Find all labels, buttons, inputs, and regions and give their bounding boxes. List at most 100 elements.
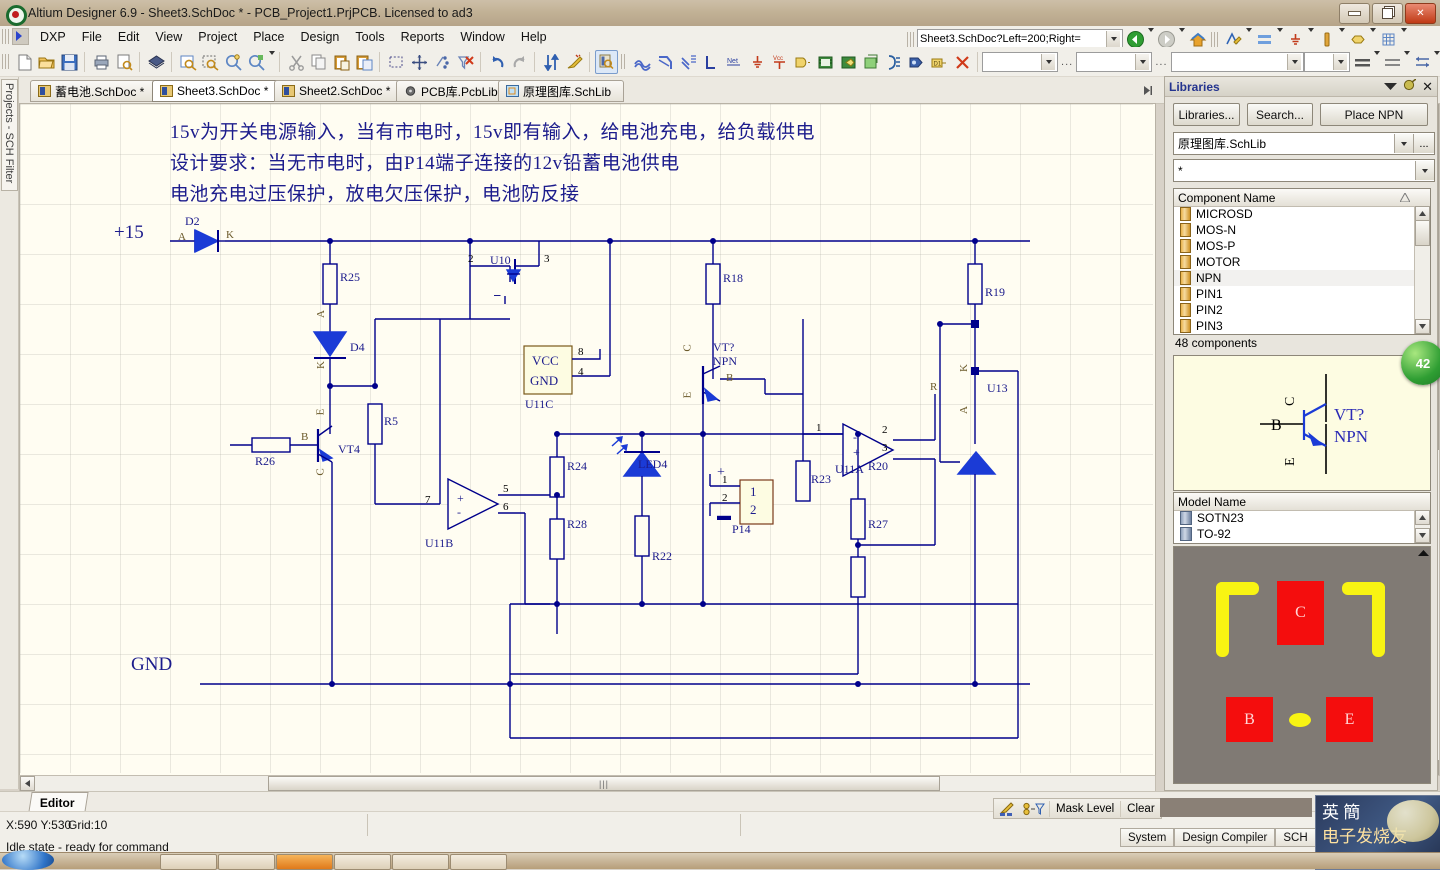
maximize-button[interactable]	[1372, 3, 1403, 24]
search-button[interactable]: Search...	[1247, 103, 1313, 126]
sort-ascending-icon[interactable]	[1399, 191, 1411, 205]
chevron-down-icon[interactable]	[1041, 53, 1056, 70]
toolbar-ellipsis-2[interactable]: ...	[1155, 56, 1167, 68]
toolbar-combo-2[interactable]	[1076, 51, 1153, 72]
line-weight-dropdown-icon[interactable]	[1374, 50, 1381, 69]
toolbar-combo-3[interactable]	[1170, 51, 1305, 72]
start-button[interactable]	[2, 850, 54, 870]
designator-r19[interactable]: R19	[985, 285, 1005, 300]
toolbar-combo-4[interactable]	[1304, 51, 1351, 72]
chevron-down-icon[interactable]	[1135, 53, 1150, 70]
gnd-dropdown-icon[interactable]	[1308, 28, 1314, 46]
scroll-up-button[interactable]	[1415, 510, 1430, 525]
scroll-up-button[interactable]	[1415, 206, 1430, 221]
forward-dropdown-icon[interactable]	[1179, 28, 1185, 46]
libraries-button[interactable]: Libraries...	[1173, 103, 1240, 126]
left-panel-tab-projects[interactable]: Projects - SCH Filter	[1, 79, 18, 191]
part-dropdown-icon[interactable]	[1339, 28, 1345, 46]
place-designator-icon[interactable]: D1	[928, 51, 949, 73]
wiring-toolbar-grip[interactable]	[620, 54, 628, 69]
annotate-dropdown-icon[interactable]	[1246, 28, 1252, 46]
toolbar-combo-1[interactable]	[981, 51, 1059, 72]
undo-icon[interactable]	[486, 51, 507, 73]
line-weight-icon[interactable]	[1351, 51, 1372, 73]
back-dropdown-icon[interactable]	[1148, 28, 1154, 46]
close-button[interactable]: ✕	[1405, 3, 1436, 24]
clear-filter-icon[interactable]	[454, 51, 475, 73]
footprint-expand-icon[interactable]	[1418, 548, 1429, 562]
designator-r23[interactable]: R23	[811, 472, 831, 487]
place-sheet-symbol-icon[interactable]	[814, 51, 835, 73]
menu-item-dxp[interactable]: DXP	[32, 28, 74, 46]
place-harness-icon[interactable]	[883, 51, 904, 73]
scroll-down-button[interactable]	[1415, 319, 1430, 334]
panel-close-icon[interactable]: ✕	[1422, 79, 1433, 95]
place-net-identifier-icon[interactable]: Net	[723, 51, 744, 73]
tab-editor[interactable]: Editor	[28, 792, 89, 812]
menu-item-design[interactable]: Design	[292, 28, 347, 46]
align-dropdown-icon[interactable]	[1433, 50, 1440, 69]
menu-item-place[interactable]: Place	[245, 28, 292, 46]
designator-r25[interactable]: R25	[340, 270, 360, 285]
place-vcc-icon[interactable]: Vcc	[768, 51, 789, 73]
designator-d4[interactable]: D4	[350, 340, 365, 355]
copy-icon[interactable]	[308, 51, 329, 73]
place-wire-icon[interactable]	[631, 51, 652, 73]
list-item[interactable]: PIN1	[1174, 286, 1414, 302]
panel-button-design-compiler[interactable]: Design Compiler	[1174, 828, 1276, 847]
chevron-down-icon[interactable]	[1106, 31, 1120, 47]
select-area-icon[interactable]	[385, 51, 406, 73]
place-sheet-entry-icon[interactable]	[837, 51, 858, 73]
designator-r27[interactable]: R27	[868, 517, 888, 532]
model-list-scrollbar[interactable]	[1414, 510, 1430, 543]
zoom-area-icon[interactable]	[199, 51, 220, 73]
zoom-selected-icon[interactable]	[245, 51, 266, 73]
paste-special-icon[interactable]	[353, 51, 374, 73]
place-no-erc-icon[interactable]	[951, 51, 972, 73]
place-device-sheet-icon[interactable]	[860, 51, 881, 73]
list-item[interactable]: PIN2	[1174, 302, 1414, 318]
place-netlabel-icon[interactable]	[700, 51, 721, 73]
designator-d2[interactable]: D2	[185, 214, 200, 229]
list-item[interactable]: MICROSD	[1174, 206, 1414, 222]
list-item[interactable]: MOTOR	[1174, 254, 1414, 270]
designator-u13[interactable]: U13	[987, 381, 1008, 396]
up-down-hierarchy-icon[interactable]	[540, 51, 561, 73]
status-badge[interactable]: 42	[1401, 341, 1440, 385]
designator-u10[interactable]: U10	[490, 253, 511, 268]
library-browse-ellipsis[interactable]: ...	[1413, 134, 1434, 153]
designator-r5[interactable]: R5	[384, 414, 398, 429]
designator-u11c[interactable]: U11C	[525, 397, 553, 412]
mask-level-button[interactable]: Mask Level	[1049, 800, 1120, 817]
designator-p14[interactable]: P14	[732, 522, 751, 537]
place-part-icon[interactable]	[791, 51, 812, 73]
designator-u11b[interactable]: U11B	[425, 536, 453, 551]
library-select[interactable]: 原理图库.SchLib ...	[1173, 132, 1435, 155]
highlight-pen-icon[interactable]	[994, 801, 1019, 816]
toolbar-grip-1[interactable]	[2, 54, 9, 69]
annotate-schematic-icon[interactable]	[563, 51, 584, 73]
menu-item-file[interactable]: File	[74, 28, 110, 46]
chevron-down-icon[interactable]	[1333, 53, 1348, 70]
place-bus-entry-icon[interactable]	[677, 51, 698, 73]
place-port-icon[interactable]	[905, 51, 926, 73]
menu-item-reports[interactable]: Reports	[393, 28, 453, 46]
designator-r28[interactable]: R28	[567, 517, 587, 532]
panel-button-sch[interactable]: SCH	[1275, 828, 1316, 847]
doc-tab-2[interactable]: Sheet2.SchDoc *	[274, 80, 408, 102]
place-npn-button[interactable]: Place NPN	[1320, 103, 1428, 126]
chevron-down-icon[interactable]	[1287, 53, 1302, 70]
document-location-combo[interactable]: Sheet3.SchDoc?Left=200;Right=	[917, 29, 1123, 49]
scroll-left-button[interactable]	[20, 776, 35, 791]
panel-pin-icon[interactable]	[1403, 77, 1417, 95]
menu-item-tools[interactable]: Tools	[347, 28, 392, 46]
redo-icon[interactable]	[508, 51, 529, 73]
menu-grip[interactable]	[2, 29, 9, 44]
doc-tab-0[interactable]: 蓄电池.SchDoc *	[30, 80, 164, 102]
list-item[interactable]: MOS-N	[1174, 222, 1414, 238]
sch-toolbar-grip[interactable]	[1211, 31, 1218, 47]
line-style-icon[interactable]	[1381, 51, 1402, 73]
designator-u11a[interactable]: U11A	[835, 462, 864, 477]
save-icon[interactable]	[58, 51, 79, 73]
port-dropdown-icon[interactable]	[1370, 28, 1376, 46]
